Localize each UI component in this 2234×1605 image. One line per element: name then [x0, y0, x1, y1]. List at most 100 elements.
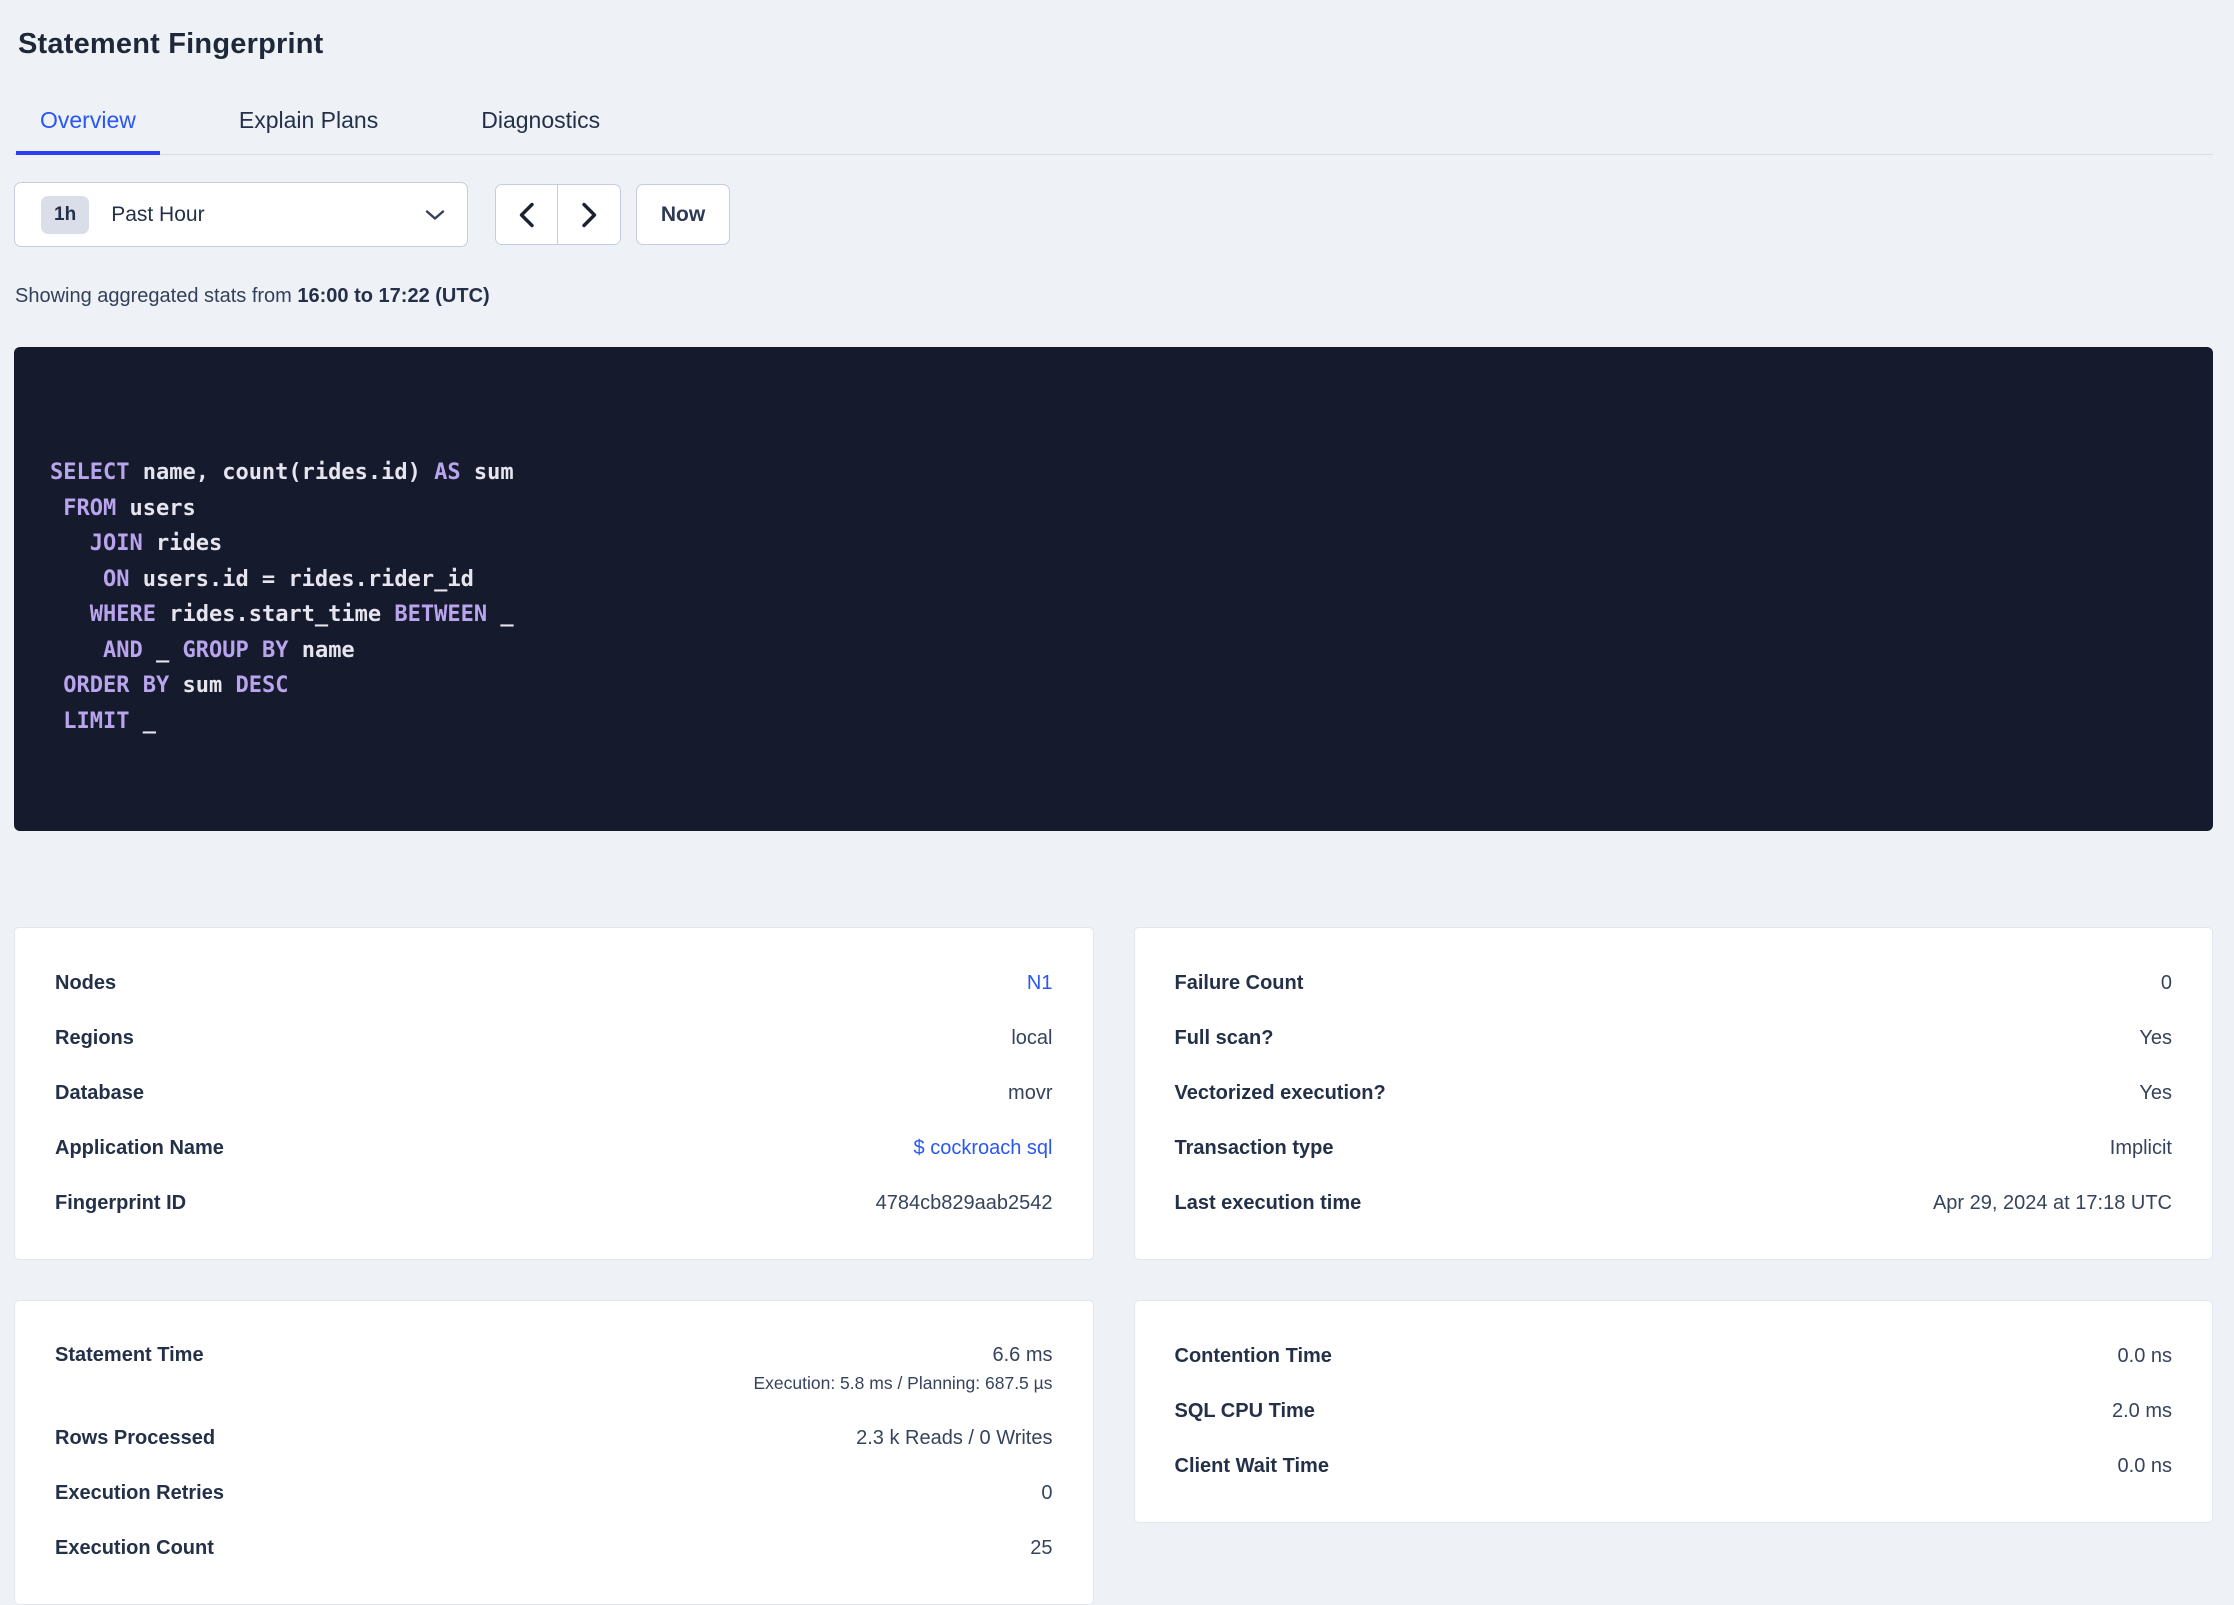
card-wait-times: Contention Time 0.0 ns SQL CPU Time 2.0 ms C… — [1133, 1300, 2213, 1523]
card-row-subtext: Execution: 5.8 ms / Planning: 687.5 µs — [753, 1373, 1053, 1393]
card-row-value: 0.0 ns — [2117, 1345, 2172, 1367]
card-row-value-block: N1 — [1027, 972, 1053, 995]
sql-keyword: FROM — [63, 495, 117, 521]
card-row: Regions local — [55, 1011, 1053, 1066]
sql-keyword: AND — [102, 637, 143, 663]
sql-line: WHERE rides.start_time BETWEEN _ — [50, 597, 2177, 633]
card-row-value: Apr 29, 2024 at 17:18 UTC — [1932, 1192, 2172, 1214]
sql-text: rides.start_time — [155, 602, 395, 627]
card-row-value-block: Implicit — [2110, 1137, 2172, 1160]
tab-bar: Overview Explain Plans Diagnostics — [14, 107, 2213, 155]
card-row-value: Yes — [2139, 1082, 2172, 1104]
sql-statement-box: SELECT name, count(rides.id) AS sum FROM… — [14, 347, 2213, 831]
sql-text: _ — [129, 708, 156, 734]
sql-keyword: ORDER BY — [63, 673, 170, 698]
card-row: Vectorized execution? Yes — [1175, 1066, 2173, 1121]
card-execution-attributes: Failure Count 0 Full scan? Yes Vectorized ex… — [1133, 927, 2213, 1260]
sql-keyword: LIMIT — [63, 708, 130, 734]
card-row: Full scan? Yes — [1175, 1011, 2173, 1066]
card-row: Fingerprint ID 4784cb829aab2542 — [55, 1176, 1053, 1231]
sql-keyword: SELECT — [50, 460, 130, 485]
card-row: Database movr — [55, 1066, 1053, 1121]
card-row-value-block: 6.6 ms Execution: 5.8 ms / Planning: 687.… — [753, 1344, 1052, 1394]
sql-line: JOIN rides — [50, 526, 2177, 562]
page: Statement Fingerprint Overview Explain P… — [0, 0, 2234, 1605]
card-overview-details: Nodes N1 Regions local Database movr Applicati… — [14, 927, 1094, 1260]
sql-text: users — [116, 495, 196, 521]
card-row-label: Rows Processed — [55, 1427, 216, 1449]
time-range-dropdown[interactable]: 1h Past Hour — [14, 182, 468, 247]
card-row-value-block: local — [1011, 1027, 1052, 1050]
card-row: Client Wait Time 0.0 ns — [1175, 1439, 2173, 1494]
card-row: Last execution time Apr 29, 2024 at 17:18… — [1175, 1176, 2173, 1231]
tab-explain-plans[interactable]: Explain Plans — [215, 107, 402, 155]
previous-time-range-button[interactable] — [496, 185, 558, 244]
card-row-value-block: movr — [1008, 1082, 1052, 1105]
card-row-value: 25 — [1030, 1537, 1053, 1559]
card-row-label: Vectorized execution? — [1174, 1082, 1386, 1104]
summary-cards: Nodes N1 Regions local Database movr Applicati… — [14, 927, 2213, 1605]
card-row: Statement Time 6.6 ms Execution: 5.8 ms / … — [55, 1329, 1053, 1411]
time-range-step-group — [495, 184, 621, 245]
chevron-left-icon — [518, 202, 535, 228]
chevron-right-icon — [581, 202, 598, 228]
card-row-value-block: 0 — [1041, 1482, 1052, 1505]
card-row-value-block: Yes — [2139, 1082, 2172, 1105]
sql-keyword: ON — [102, 566, 130, 592]
sql-text: name, count(rides.id) — [129, 460, 435, 485]
card-row-label: Transaction type — [1174, 1137, 1334, 1159]
sql-keyword: GROUP BY — [182, 637, 289, 663]
card-row-value: 2.3 k Reads / 0 Writes — [856, 1427, 1053, 1449]
card-row: Contention Time 0.0 ns — [1175, 1329, 2173, 1384]
card-row-value: Implicit — [2109, 1137, 2172, 1159]
now-button[interactable]: Now — [636, 184, 730, 245]
sql-line: FROM users — [50, 491, 2177, 527]
card-row-label: Regions — [55, 1027, 134, 1049]
sql-keyword: DESC — [235, 673, 289, 698]
card-row-value: 2.0 ms — [2111, 1400, 2172, 1422]
card-row-value-block: Yes — [2139, 1027, 2172, 1050]
sql-code: SELECT name, count(rides.id) AS sum FROM… — [50, 455, 2177, 739]
sql-text: sum — [460, 460, 514, 485]
card-row: Transaction type Implicit — [1175, 1121, 2173, 1176]
card-row-value-block: 25 — [1030, 1537, 1052, 1560]
card-row-value: 4784cb829aab2542 — [875, 1192, 1053, 1214]
card-row-value-block: 0.0 ns — [2118, 1345, 2172, 1368]
card-row-value: 0 — [1041, 1482, 1053, 1504]
chevron-down-icon — [425, 209, 445, 221]
card-row-value-block: 2.0 ms — [2112, 1400, 2172, 1423]
tab-diagnostics[interactable]: Diagnostics — [457, 107, 624, 155]
card-row-link[interactable]: $ cockroach sql — [914, 1137, 1053, 1159]
card-row-label: Execution Retries — [55, 1482, 224, 1504]
tab-overview[interactable]: Overview — [16, 107, 160, 155]
card-row-value: 0 — [2160, 972, 2172, 994]
card-row-value-block: Apr 29, 2024 at 17:18 UTC — [1933, 1192, 2172, 1215]
card-row-label: Application Name — [55, 1137, 224, 1159]
aggregated-stats-prefix: Showing aggregated stats from — [15, 285, 298, 307]
card-row: Execution Count 25 — [55, 1521, 1053, 1576]
card-row-label: Failure Count — [1174, 972, 1304, 994]
card-row-value-block: 2.3 k Reads / 0 Writes — [856, 1427, 1052, 1450]
sql-text: name — [288, 637, 355, 663]
card-row-value: Yes — [2139, 1027, 2172, 1049]
card-row-label: Last execution time — [1174, 1192, 1362, 1214]
card-row-link[interactable]: N1 — [1027, 972, 1053, 994]
card-row-label: Statement Time — [55, 1344, 204, 1366]
card-row: Application Name $ cockroach sql — [55, 1121, 1053, 1176]
card-statement-times: Statement Time 6.6 ms Execution: 5.8 ms / … — [14, 1300, 1094, 1605]
sql-keyword: AS — [434, 460, 461, 485]
sql-keyword: BETWEEN — [394, 602, 488, 627]
card-row-label: Full scan? — [1174, 1027, 1274, 1049]
sql-text: _ — [487, 602, 514, 627]
next-time-range-button[interactable] — [558, 185, 620, 244]
sql-line: ORDER BY sum DESC — [50, 668, 2177, 704]
card-row-value-block: 0 — [2161, 972, 2172, 995]
sql-keyword: WHERE — [89, 602, 156, 627]
card-row-label: Nodes — [55, 972, 117, 994]
aggregated-stats-line: Showing aggregated stats from 16:00 to 1… — [14, 285, 2213, 308]
